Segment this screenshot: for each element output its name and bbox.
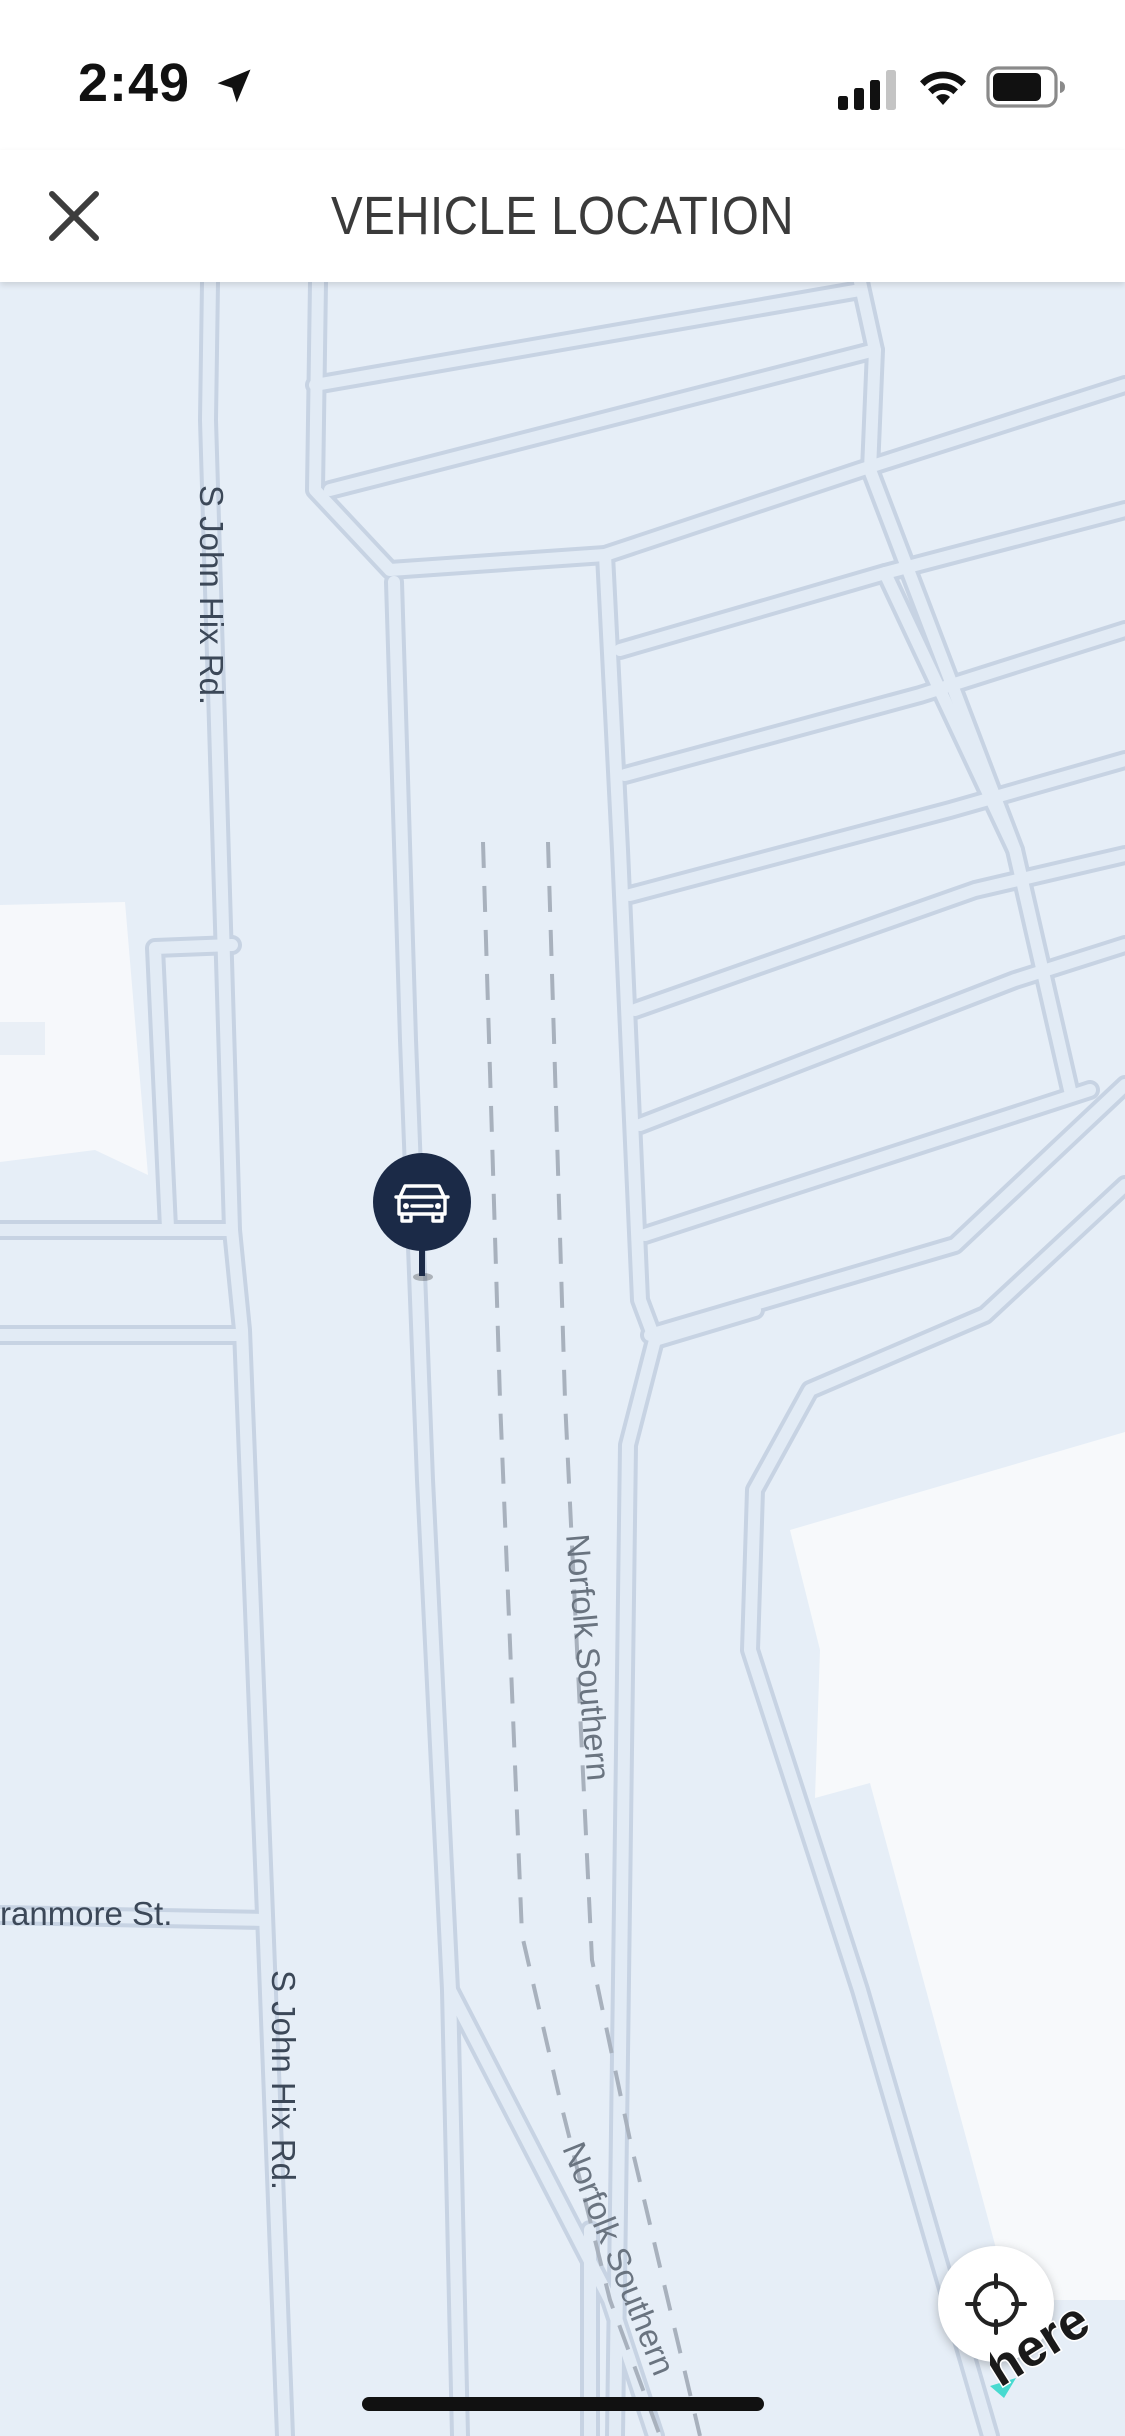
road-label-s-john-hix-south: S John Hix Rd.	[265, 1970, 302, 2190]
here-logo: here	[990, 2300, 1101, 2400]
road-label-ranmore: ranmore St.	[0, 1895, 172, 1932]
map-view[interactable]: S John Hix Rd. S John Hix Rd. ranmore St…	[0, 282, 1125, 2436]
battery-icon	[986, 66, 1065, 108]
vehicle-icon	[373, 1153, 471, 1281]
home-indicator	[362, 2397, 764, 2411]
status-bar: 2:49	[0, 0, 1125, 150]
svg-text:here: here	[990, 2300, 1100, 2398]
wifi-icon	[920, 71, 966, 105]
vehicle-location-marker[interactable]	[372, 1152, 472, 1288]
road-label-s-john-hix-north: S John Hix Rd.	[193, 485, 230, 705]
header-bar: VEHICLE LOCATION	[0, 150, 1125, 282]
location-arrow-icon	[217, 69, 251, 103]
page-title: VEHICLE LOCATION	[331, 186, 794, 246]
vehicle-location-screen: 2:49 VEHICLE LOCATION S John Hix Rd. S J…	[0, 0, 1125, 2436]
building-west-notch	[0, 1022, 45, 1055]
cellular-signal-icon	[838, 70, 896, 110]
map-canvas: S John Hix Rd. S John Hix Rd. ranmore St…	[0, 282, 1125, 2436]
status-time: 2:49	[78, 53, 191, 113]
